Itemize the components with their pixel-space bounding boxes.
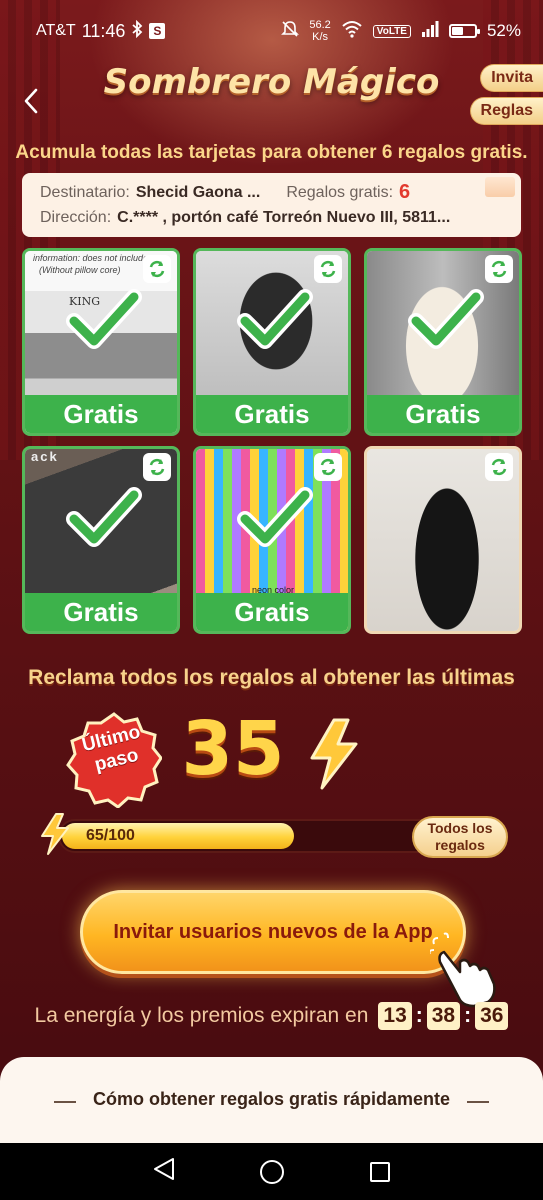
timer-seconds: 36 [475, 1002, 509, 1030]
gratis-label: Gratis [367, 395, 519, 433]
checkmark-icon [408, 281, 484, 357]
refresh-icon[interactable] [485, 453, 513, 481]
mute-icon [281, 20, 300, 43]
gift-card[interactable]: neon color Gratis [193, 446, 351, 634]
checkmark-icon [237, 281, 313, 357]
nav-home-button[interactable] [260, 1159, 285, 1184]
battery-percent: 52% [486, 21, 521, 40]
free-gifts-count: 6 [399, 181, 411, 203]
all-gifts-milestone: Todos los regalos [412, 816, 508, 858]
gratis-label: Gratis [25, 593, 177, 631]
tap-hand-icon [430, 932, 496, 1008]
progress-text: 65/100 [86, 827, 135, 844]
subtitle: Acumula todas las tarjetas para obtener … [15, 142, 528, 163]
gift-card[interactable]: Gratis [364, 248, 522, 436]
carrier-label: AT&T [36, 22, 76, 39]
gift-card-locked[interactable] [364, 446, 522, 634]
refresh-icon[interactable] [143, 453, 171, 481]
claim-text: Reclama todos los regalos al obtener las… [28, 666, 515, 689]
progress-bar: 65/100 [58, 819, 446, 853]
nav-recents-button[interactable] [370, 1161, 391, 1182]
wifi-icon [341, 20, 363, 43]
status-bar: AT&T 11:46 S 56.2 K/s VoLTE 52% [0, 0, 543, 62]
expiry-timer: La energía y los premios expiran en 13 :… [0, 1002, 543, 1030]
checkmark-icon [66, 281, 142, 357]
address-label: Dirección: [40, 208, 112, 226]
timer-minutes: 38 [426, 1002, 461, 1030]
checkmark-icon [66, 479, 142, 555]
how-to-sheet[interactable]: Cómo obtener regalos gratis rápidamente [0, 1057, 543, 1143]
refresh-icon[interactable] [314, 255, 342, 283]
divider [467, 1101, 489, 1103]
invite-button[interactable]: Invita [480, 64, 543, 92]
recipient-label: Destinatario: [40, 183, 130, 201]
lightning-icon [310, 718, 358, 790]
app-notification-icon: S [149, 23, 166, 39]
timer-label: La energía y los premios expiran en [34, 1004, 369, 1027]
clock: 11:46 [81, 20, 126, 41]
battery-icon [448, 24, 480, 38]
refresh-icon[interactable] [485, 255, 513, 283]
refresh-icon[interactable] [143, 255, 171, 283]
gift-card[interactable]: information: does not include (Without p… [22, 248, 180, 436]
remaining-energy-count: 35 [181, 706, 285, 792]
nav-back-button[interactable] [153, 1157, 175, 1186]
gift-card[interactable]: Gratis [193, 248, 351, 436]
page-title: Sombrero Mágico [103, 62, 440, 102]
how-to-title: Cómo obtener regalos gratis rápidamente [92, 1089, 451, 1109]
refresh-icon[interactable] [314, 453, 342, 481]
volte-badge: VoLTE [372, 24, 411, 38]
address-card[interactable]: Destinatario: Shecid Gaona ... Regalos g… [22, 173, 521, 237]
checkmark-icon [237, 479, 313, 555]
package-icon [485, 177, 515, 197]
timer-hours: 13 [378, 1002, 412, 1030]
gift-card[interactable]: ack Gratis [22, 446, 180, 634]
rules-button[interactable]: Reglas [469, 97, 543, 125]
address-value: C.**** , portón café Torreón Nuevo III, … [117, 208, 451, 226]
gratis-label: Gratis [196, 395, 348, 433]
recipient-value: Shecid Gaona ... [135, 183, 261, 201]
free-gifts-label: Regalos gratis: [286, 183, 394, 201]
invite-new-users-button[interactable]: Invitar usuarios nuevos de la App [80, 890, 466, 974]
lightning-small-icon [41, 813, 69, 855]
signal-icon [421, 20, 439, 42]
system-navigation-bar [0, 1143, 543, 1200]
gratis-label: Gratis [25, 395, 177, 433]
network-speed: 56.2 K/s [309, 19, 331, 43]
gratis-label: Gratis [196, 593, 348, 631]
bluetooth-icon [131, 19, 143, 43]
